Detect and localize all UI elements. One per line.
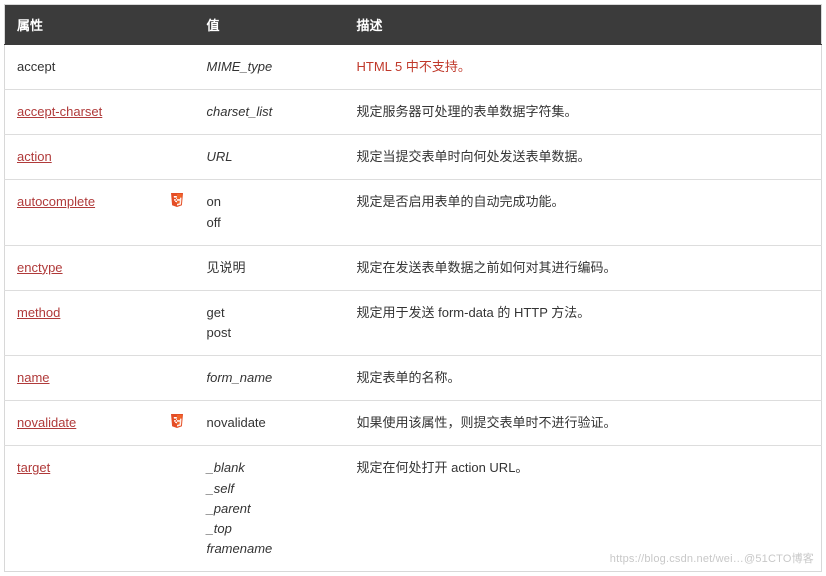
html5-badge-icon (169, 192, 185, 208)
table-row: target _blank_self_parent_topframename 规定在… (5, 446, 822, 572)
desc-cell: 规定当提交表单时向何处发送表单数据。 (345, 135, 822, 180)
value-cell: form_name (195, 356, 345, 401)
desc-text: 规定是否启用表单的自动完成功能。 (357, 194, 565, 209)
value-cell: _blank_self_parent_topframename (195, 446, 345, 572)
table-row: novalidate novalidate 如果使用该属性，则提交表单时不进行验证。 (5, 401, 822, 446)
desc-cell: 规定服务器可处理的表单数据字符集。 (345, 90, 822, 135)
desc-text: 规定在发送表单数据之前如何对其进行编码。 (357, 260, 617, 275)
desc-cell: 规定用于发送 form-data 的 HTTP 方法。 (345, 290, 822, 355)
attr-cell: novalidate (5, 401, 195, 446)
attr-cell: name (5, 356, 195, 401)
value-text: URL (207, 147, 333, 167)
table-row: method getpost 规定用于发送 form-data 的 HTTP 方法。 (5, 290, 822, 355)
desc-cell: 规定是否启用表单的自动完成功能。 (345, 180, 822, 245)
table-row: name form_name 规定表单的名称。 (5, 356, 822, 401)
table-row: accept-charset charset_list 规定服务器可处理的表单数据字… (5, 90, 822, 135)
desc-text: 规定服务器可处理的表单数据字符集。 (357, 104, 578, 119)
desc-text: HTML 5 中不支持。 (357, 59, 471, 74)
header-desc: 描述 (345, 5, 822, 45)
value-text: _parent (207, 499, 333, 519)
table-row: enctype 见说明 规定在发送表单数据之前如何对其进行编码。 (5, 245, 822, 290)
value-cell: charset_list (195, 90, 345, 135)
attr-cell: target (5, 446, 195, 572)
attr-cell: enctype (5, 245, 195, 290)
desc-text: 规定表单的名称。 (357, 370, 461, 385)
attr-text-accept: accept (17, 59, 55, 74)
attr-cell: action (5, 135, 195, 180)
value-cell: URL (195, 135, 345, 180)
table-row: accept MIME_type HTML 5 中不支持。 (5, 45, 822, 90)
desc-text: 规定在何处打开 action URL。 (357, 460, 529, 475)
desc-cell: 规定表单的名称。 (345, 356, 822, 401)
table-row: autocomplete onoff 规定是否启用表单的自动完成功能。 (5, 180, 822, 245)
attr-link-autocomplete[interactable]: autocomplete (17, 194, 95, 209)
html5-badge-icon (169, 413, 185, 429)
desc-text: 规定当提交表单时向何处发送表单数据。 (357, 149, 591, 164)
desc-cell: 如果使用该属性，则提交表单时不进行验证。 (345, 401, 822, 446)
attr-cell: autocomplete (5, 180, 195, 245)
header-attr: 属性 (5, 5, 195, 45)
attributes-table: 属性 值 描述 acceptMIME_typeHTML 5 中不支持。accep… (4, 4, 822, 572)
attr-link-novalidate[interactable]: novalidate (17, 415, 76, 430)
attr-link-enctype[interactable]: enctype (17, 260, 63, 275)
attr-cell: accept-charset (5, 90, 195, 135)
desc-text: 规定用于发送 form-data 的 HTTP 方法。 (357, 305, 591, 320)
value-cell: novalidate (195, 401, 345, 446)
desc-cell: 规定在何处打开 action URL。 (345, 446, 822, 572)
desc-text: 如果使用该属性，则提交表单时不进行验证。 (357, 415, 617, 430)
value-text: framename (207, 539, 333, 559)
value-text: MIME_type (207, 57, 333, 77)
table-row: action URL 规定当提交表单时向何处发送表单数据。 (5, 135, 822, 180)
desc-cell: HTML 5 中不支持。 (345, 45, 822, 90)
value-text: _top (207, 519, 333, 539)
value-text: charset_list (207, 102, 333, 122)
value-text: _self (207, 479, 333, 499)
value-text: _blank (207, 458, 333, 478)
value-text: novalidate (207, 413, 333, 433)
attr-cell: method (5, 290, 195, 355)
header-value: 值 (195, 5, 345, 45)
value-text: on (207, 192, 333, 212)
value-text: off (207, 213, 333, 233)
value-cell: onoff (195, 180, 345, 245)
attr-cell: accept (5, 45, 195, 90)
value-text: get (207, 303, 333, 323)
value-cell: MIME_type (195, 45, 345, 90)
attr-link-name[interactable]: name (17, 370, 50, 385)
value-text: 见说明 (207, 258, 333, 278)
attr-link-accept-charset[interactable]: accept-charset (17, 104, 102, 119)
value-cell: 见说明 (195, 245, 345, 290)
value-text: post (207, 323, 333, 343)
desc-cell: 规定在发送表单数据之前如何对其进行编码。 (345, 245, 822, 290)
attr-link-action[interactable]: action (17, 149, 52, 164)
attr-link-method[interactable]: method (17, 305, 60, 320)
table-header-row: 属性 值 描述 (5, 5, 822, 45)
attr-link-target[interactable]: target (17, 460, 50, 475)
value-text: form_name (207, 368, 333, 388)
value-cell: getpost (195, 290, 345, 355)
